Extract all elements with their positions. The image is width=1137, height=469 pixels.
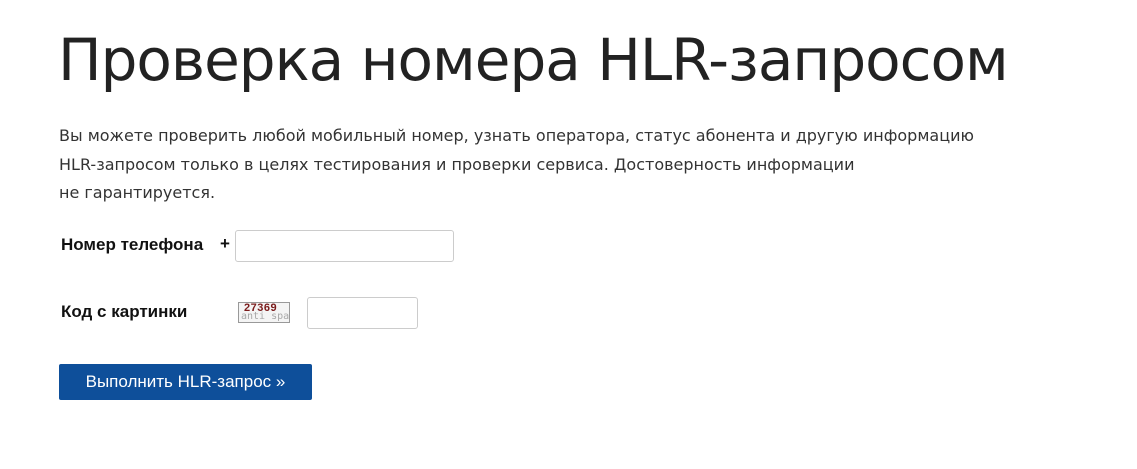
captcha-code: 27369 <box>244 302 278 314</box>
captcha-input[interactable] <box>307 297 418 329</box>
page-title: Проверка номера HLR-запросом <box>58 26 1009 94</box>
captcha-image: anti spam 27369 <box>238 302 290 323</box>
description-line: HLR-запросом только в целях тестирования… <box>59 154 855 174</box>
phone-number-input[interactable] <box>235 230 454 262</box>
phone-number-label: Номер телефона <box>61 235 204 254</box>
captcha-label: Код с картинки <box>61 302 188 321</box>
page-description: Вы можете проверить любой мобильный номе… <box>59 122 1039 208</box>
phone-plus-prefix: + <box>220 234 230 253</box>
description-line: не гарантируется. <box>59 183 216 202</box>
submit-hlr-button[interactable]: Выполнить HLR-запрос » <box>59 364 312 400</box>
description-line: Вы можете проверить любой мобильный номе… <box>59 126 974 145</box>
